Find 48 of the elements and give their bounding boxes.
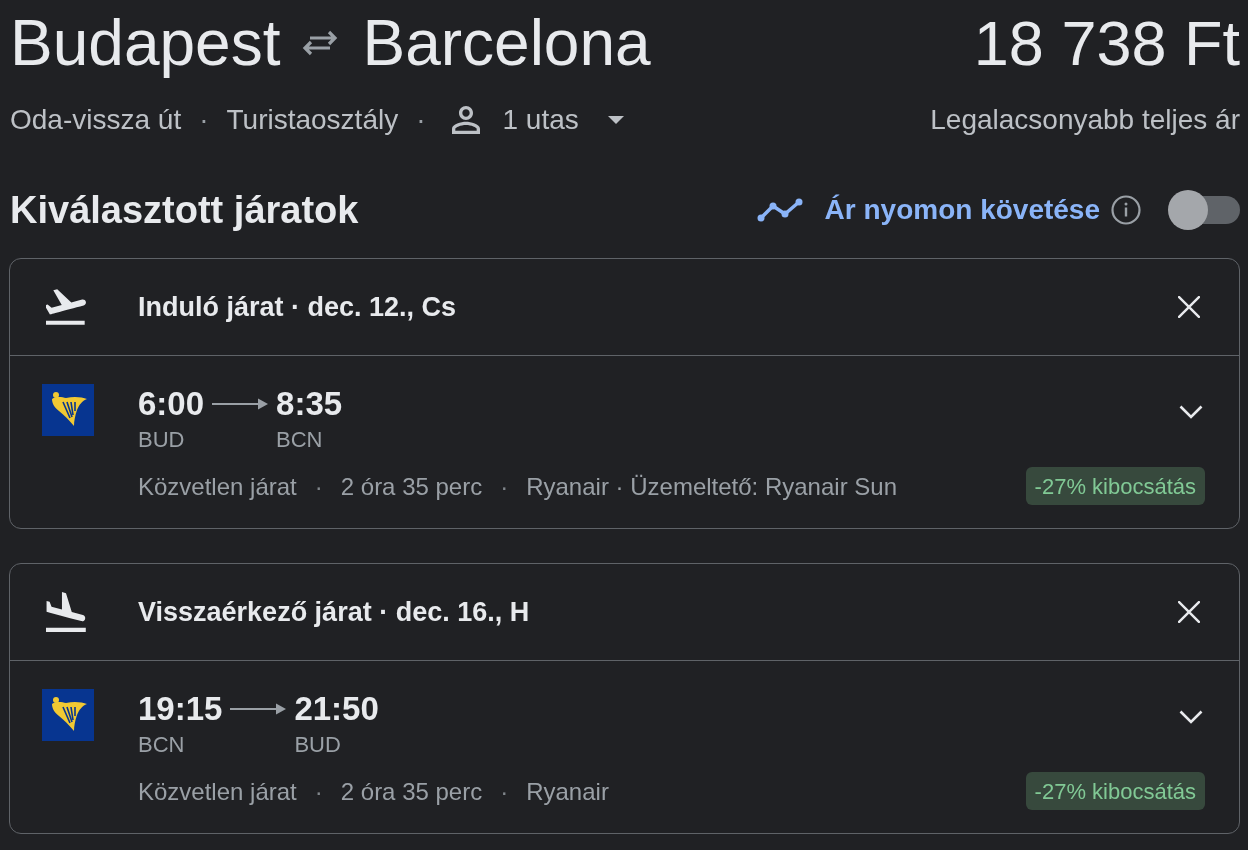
person-icon: [451, 106, 480, 134]
flight-detail: Ryanair · Üzemeltető: Ryanair Sun: [526, 472, 897, 502]
price-tracking-switch[interactable]: [1168, 190, 1240, 230]
harp-logo-icon: [42, 689, 94, 741]
total-price: 18 738 Ft: [973, 11, 1240, 75]
trip-option: Turistaosztály: [226, 102, 399, 138]
dot-separator: ·: [500, 472, 509, 502]
flight-heading: Visszaérkező járat · dec. 16., H: [138, 596, 530, 629]
flight-detail: Közvetlen járat: [138, 472, 297, 502]
flight-detail: 2 óra 35 perc: [340, 472, 483, 502]
emissions-badge: -27% kibocsátás: [1025, 467, 1205, 505]
flight-detail: Ryanair: [526, 777, 609, 807]
dot-separator: ·: [416, 103, 426, 137]
trend-line-icon: [756, 198, 803, 222]
close-icon: [1178, 601, 1200, 623]
dot-separator: ·: [314, 472, 323, 502]
dot-separator: ·: [199, 103, 209, 137]
price-tracking-label: Ár nyomon követése: [824, 193, 1100, 227]
close-button[interactable]: [1175, 598, 1203, 626]
plane-landing-icon: [46, 592, 86, 632]
caret-icon: [607, 116, 624, 124]
passenger-selector[interactable]: 1 utas: [451, 102, 624, 138]
flight-heading: Induló járat · dec. 12., Cs: [138, 291, 457, 324]
emissions-badge: -27% kibocsátás: [1025, 772, 1205, 810]
flight-detail: Közvetlen járat: [138, 777, 297, 807]
arrival-airport: BUD: [294, 731, 342, 759]
arrival-time: 21:50: [294, 691, 379, 727]
flight-detail: 2 óra 35 perc: [340, 777, 483, 807]
destination-city: Barcelona: [362, 11, 651, 75]
arrival-time: 8:35: [276, 386, 343, 422]
section-heading: Kiválasztott járatok: [10, 188, 359, 233]
close-icon: [1178, 296, 1200, 318]
close-button[interactable]: [1175, 293, 1203, 321]
arrival-airport: BCN: [276, 426, 324, 454]
departure-time: 19:15: [138, 691, 223, 727]
price-note: Legalacsonyabb teljes ár: [930, 103, 1240, 137]
harp-logo-icon: [42, 384, 94, 436]
departure-time: 6:00: [138, 386, 205, 422]
departure-airport: BCN: [138, 731, 186, 759]
trip-option: Oda-vissza út: [10, 102, 182, 138]
right-arrow-icon: [212, 398, 269, 410]
plane-takeoff-icon: [46, 289, 86, 325]
dot-separator: ·: [314, 777, 323, 807]
departure-airport: BUD: [138, 426, 186, 454]
dot-separator: ·: [500, 777, 509, 807]
info-icon[interactable]: [1111, 195, 1141, 225]
right-arrow-icon: [230, 703, 287, 715]
swap-arrows-icon: [302, 30, 339, 56]
